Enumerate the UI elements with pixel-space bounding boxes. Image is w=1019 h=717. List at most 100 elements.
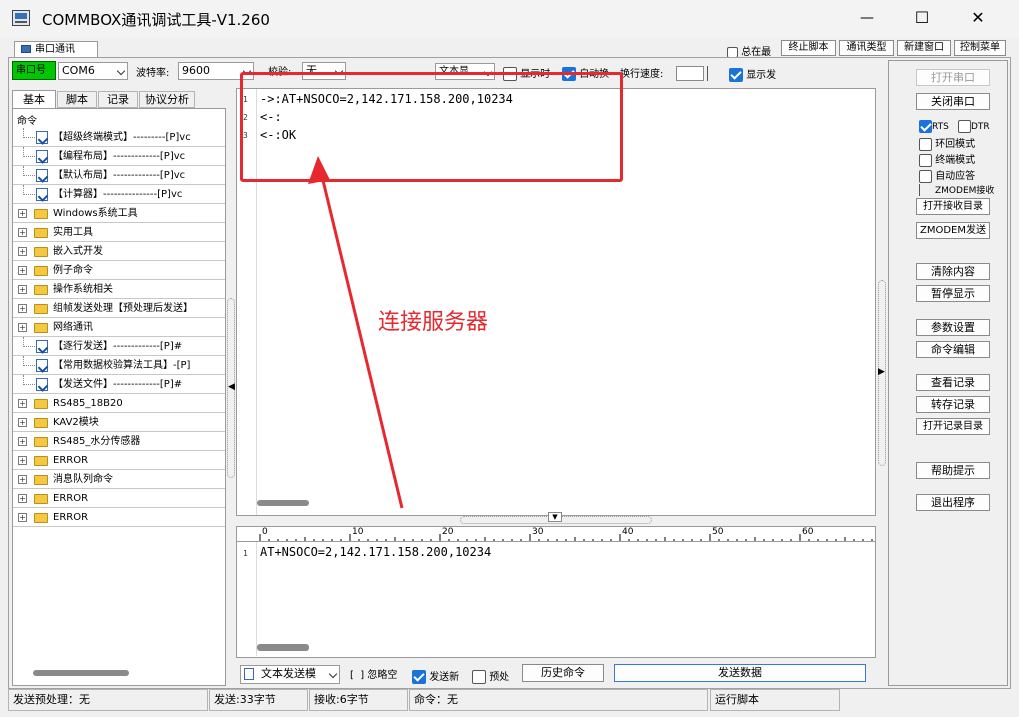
expand-plus-icon[interactable]: + <box>18 266 27 275</box>
always-top-checkbox[interactable]: 总在最 <box>727 43 787 58</box>
expand-plus-icon[interactable]: + <box>18 209 27 218</box>
title-bar[interactable]: COMMBOX通讯调试工具-V1.260 — ☐ ✕ <box>0 0 1019 38</box>
tab-protocol[interactable]: 协议分析 <box>139 91 195 108</box>
zmodem-recv-checkbox[interactable]: ZMODEM接收 <box>919 183 995 198</box>
new-window-button[interactable]: 新建窗口 <box>897 40 951 56</box>
minimize-icon[interactable]: — <box>852 6 882 30</box>
tree-folder-item[interactable]: + Windows系统工具 <box>13 204 225 223</box>
send-new-checkbox[interactable]: 发送新 <box>412 668 472 684</box>
port-button[interactable]: 串口号 <box>12 61 56 80</box>
open-recv-dir-button[interactable]: 打开接收目录 <box>916 198 990 215</box>
tree-item-label: 消息队列命令 <box>53 474 113 485</box>
cmd-edit-button[interactable]: 命令编辑 <box>916 341 990 358</box>
command-tree[interactable]: 命令 【超级终端模式】---------[P]vc 【编程布局】---------… <box>12 108 226 686</box>
tree-item-label: Windows系统工具 <box>53 208 138 219</box>
folder-icon <box>34 285 48 295</box>
tree-file-item[interactable]: 【计算器】---------------[P]vc <box>13 185 225 204</box>
expand-plus-icon[interactable]: + <box>18 494 27 503</box>
view-log-button[interactable]: 查看记录 <box>916 374 990 391</box>
expand-plus-icon[interactable]: + <box>18 247 27 256</box>
tree-folder-item[interactable]: + 消息队列命令 <box>13 470 225 489</box>
close-icon[interactable]: ✕ <box>963 6 993 30</box>
tree-item-label: RS485_水分传感器 <box>53 436 141 447</box>
status-preprocess: 发送预处理：无 <box>8 689 208 711</box>
tree-folder-item[interactable]: + 例子命令 <box>13 261 225 280</box>
open-port-button[interactable]: 打开串口 <box>916 69 990 86</box>
tree-root[interactable]: 命令 <box>17 112 37 127</box>
send-ruler: 0 10 20 30 40 50 60 <box>236 526 876 542</box>
command-file-icon <box>36 188 48 201</box>
collapse-right-icon[interactable]: ▶ <box>878 367 885 377</box>
expand-plus-icon[interactable]: + <box>18 285 27 294</box>
preprocess-checkbox[interactable]: 预处 <box>472 668 520 684</box>
ruler-label: 20 <box>442 527 454 537</box>
tree-folder-item[interactable]: + 组帧发送处理【预处理后发送】 <box>13 299 225 318</box>
collapse-middle-icon[interactable]: ▼ <box>548 512 562 522</box>
terminal-mode-checkbox[interactable]: 终端模式 <box>919 151 999 167</box>
history-button[interactable]: 历史命令 <box>522 664 604 682</box>
tree-folder-item[interactable]: + 网络通讯 <box>13 318 225 337</box>
tree-folder-item[interactable]: + 操作系统相关 <box>13 280 225 299</box>
auto-reply-checkbox[interactable]: 自动应答 <box>919 167 999 183</box>
tree-folder-item[interactable]: + RS485_18B20 <box>13 394 225 413</box>
expand-plus-icon[interactable]: + <box>18 475 27 484</box>
tree-folder-item[interactable]: + ERROR <box>13 451 225 470</box>
params-button[interactable]: 参数设置 <box>916 319 990 336</box>
show-send-checkbox[interactable]: 显示发 <box>729 66 787 82</box>
send-mode-select[interactable]: 文本发送模 <box>240 665 340 684</box>
dtr-checkbox[interactable]: DTR <box>958 120 994 135</box>
tab-serial[interactable]: 串口通讯 <box>14 41 98 57</box>
pause-button[interactable]: 暂停显示 <box>916 285 990 302</box>
tree-folder-item[interactable]: + 嵌入式开发 <box>13 242 225 261</box>
collapse-left-icon[interactable]: ◀ <box>228 382 235 392</box>
tab-basic[interactable]: 基本 <box>12 90 56 108</box>
tab-log[interactable]: 记录 <box>98 91 138 108</box>
comm-type-button[interactable]: 通讯类型 <box>839 40 894 56</box>
open-log-dir-button[interactable]: 打开记录目录 <box>916 418 990 435</box>
expand-plus-icon[interactable]: + <box>18 304 27 313</box>
tree-file-item[interactable]: 【逐行发送】-------------[P]# <box>13 337 225 356</box>
tree-folder-item[interactable]: + ERROR <box>13 508 225 527</box>
expand-plus-icon[interactable]: + <box>18 399 27 408</box>
expand-plus-icon[interactable]: + <box>18 437 27 446</box>
send-area[interactable] <box>236 542 876 658</box>
expand-plus-icon[interactable]: + <box>18 228 27 237</box>
zmodem-send-button[interactable]: ZMODEM发送 <box>916 222 990 239</box>
tree-file-item[interactable]: 【常用数据校验算法工具】-[P] <box>13 356 225 375</box>
rts-checkbox[interactable]: RTS <box>919 120 959 135</box>
tree-line <box>23 128 35 138</box>
tree-folder-item[interactable]: + ERROR <box>13 489 225 508</box>
tree-file-item[interactable]: 【默认布局】-------------[P]vc <box>13 166 225 185</box>
tab-script[interactable]: 脚本 <box>57 91 97 108</box>
tree-file-item[interactable]: 【发送文件】-------------[P]# <box>13 375 225 394</box>
maximize-icon[interactable]: ☐ <box>907 6 937 30</box>
stop-script-button[interactable]: 终止脚本 <box>781 40 836 56</box>
close-port-button[interactable]: 关闭串口 <box>916 93 990 110</box>
expand-plus-icon[interactable]: + <box>18 513 27 522</box>
control-menu-button[interactable]: 控制菜单 <box>954 40 1006 56</box>
port-select[interactable]: COM6 <box>58 62 128 80</box>
save-log-button[interactable]: 转存记录 <box>916 396 990 413</box>
tree-folder-item[interactable]: + RS485_水分传感器 <box>13 432 225 451</box>
show-send-label: 显示发 <box>746 70 777 81</box>
tree-file-item[interactable]: 【编程布局】-------------[P]vc <box>13 147 225 166</box>
tree-file-item[interactable]: 【超级终端模式】---------[P]vc <box>13 128 225 147</box>
tree-item-label: 嵌入式开发 <box>53 246 103 257</box>
help-button[interactable]: 帮助提示 <box>916 462 990 479</box>
tree-item-label: 例子命令 <box>53 265 93 276</box>
expand-plus-icon[interactable]: + <box>18 323 27 332</box>
exit-button[interactable]: 退出程序 <box>916 494 990 511</box>
tree-hscrollbar[interactable] <box>33 670 129 676</box>
expand-plus-icon[interactable]: + <box>18 456 27 465</box>
line-speed-input[interactable] <box>676 66 704 81</box>
tree-folder-item[interactable]: + 实用工具 <box>13 223 225 242</box>
loop-mode-checkbox[interactable]: 环回模式 <box>919 135 999 151</box>
expand-plus-icon[interactable]: + <box>18 418 27 427</box>
clear-button[interactable]: 清除内容 <box>916 263 990 280</box>
send-hscrollbar[interactable] <box>257 644 309 651</box>
send-data-button[interactable]: 发送数据 <box>614 664 866 682</box>
tree-item-label: 组帧发送处理【预处理后发送】 <box>53 303 193 314</box>
line-speed-spinner[interactable] <box>707 66 715 81</box>
ignore-space-checkbox[interactable]: [ ] 忽略空 <box>350 666 406 682</box>
tree-folder-item[interactable]: + KAV2模块 <box>13 413 225 432</box>
